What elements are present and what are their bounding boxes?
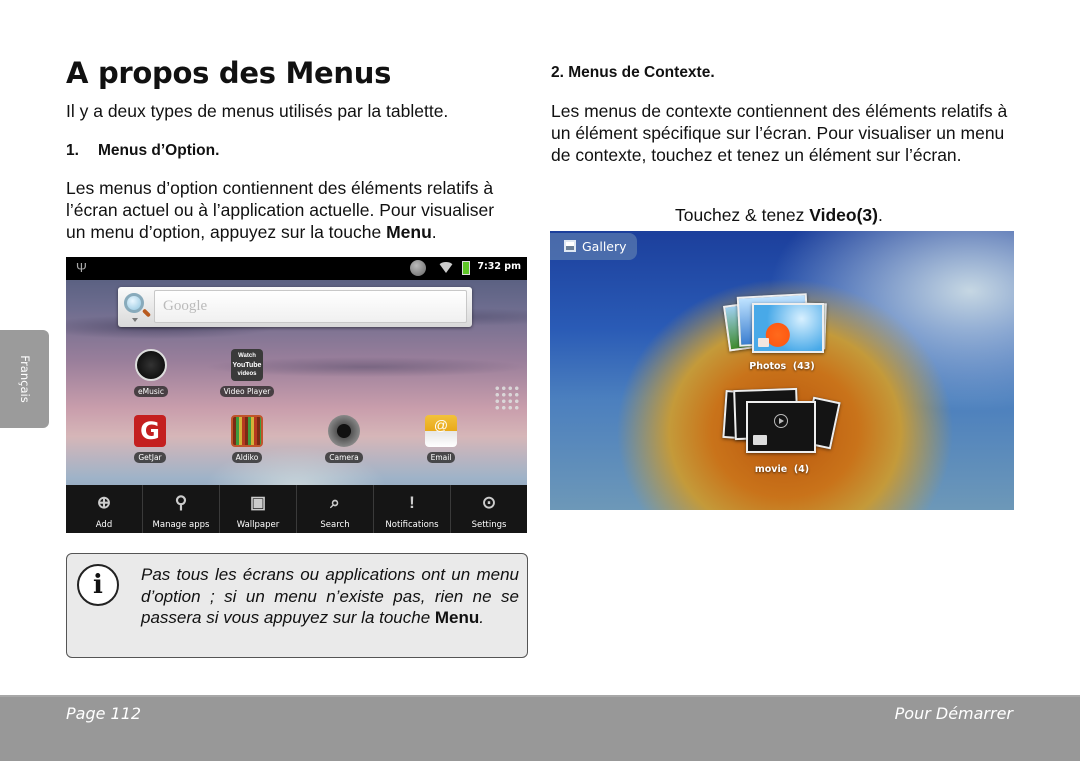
app-label: Aldiko: [231, 452, 263, 463]
instruction-end: .: [877, 205, 883, 225]
app-label: GetJar: [134, 452, 166, 463]
menu-key-name: Menu: [434, 608, 480, 627]
menu-item-label: Wallpaper: [236, 520, 280, 530]
video-card-cover: [746, 401, 816, 453]
gallery-title-tab[interactable]: Gallery: [550, 233, 637, 260]
options-menu: ⊕ Add ⚲ Manage apps ▣ Wallpaper ⌕ Search…: [66, 485, 527, 533]
aldiko-icon: [231, 415, 263, 447]
language-tab-label: Français: [17, 355, 32, 403]
app-video-player[interactable]: Watch YouTube videos Video Player: [212, 349, 282, 399]
status-time: 7:32 pm: [477, 261, 521, 272]
menu-item-add[interactable]: ⊕ Add: [66, 485, 143, 533]
album-movie[interactable]: movie (4): [722, 387, 842, 489]
battery-icon: [462, 261, 470, 275]
info-note: i Pas tous les écrans ou applications on…: [66, 553, 528, 658]
getjar-icon: G: [134, 415, 166, 447]
search-icon: [410, 260, 426, 276]
gallery-screenshot: Gallery Photos (43) movie (4): [550, 231, 1014, 510]
app-email[interactable]: @ Email: [406, 415, 476, 465]
email-icon: @: [425, 415, 457, 447]
menu-item-label: Search: [320, 520, 350, 530]
menu-item-settings[interactable]: ⊙ Settings: [451, 485, 527, 533]
usb-icon: Ψ: [76, 260, 87, 275]
youtube-icon-line: YouTube: [232, 362, 262, 369]
magnifier-icon[interactable]: [124, 293, 144, 313]
notifications-icon: !: [409, 493, 415, 512]
menu-item-label: Notifications: [385, 520, 439, 530]
section2-heading: 2. Menus de Contexte.: [551, 64, 715, 81]
section2-body: Les menus de contexte contiennent des él…: [551, 101, 1008, 165]
album-count: (4): [793, 464, 810, 475]
album-caption: Photos (43): [722, 361, 842, 372]
emusic-icon: [135, 349, 167, 381]
menu-item-label: Add: [95, 520, 113, 530]
google-search-input[interactable]: Google: [154, 290, 467, 323]
section-name: Pour Démarrer: [894, 704, 1013, 723]
section1-title: Menus d’Option.: [98, 142, 220, 159]
wallpaper-icon: ▣: [249, 493, 267, 512]
gallery-icon: [564, 240, 576, 252]
menu-item-manage-apps[interactable]: ⚲ Manage apps: [143, 485, 220, 533]
album-name: movie: [754, 464, 788, 475]
page-number: Page 112: [66, 704, 142, 723]
home-screen-screenshot: Ψ 7:32 pm Google eMusic Watch YouTube vi…: [66, 257, 527, 533]
status-bar: Ψ 7:32 pm: [66, 257, 527, 280]
add-icon: ⊕: [96, 493, 112, 512]
album-name: Photos: [749, 361, 787, 372]
photo-card-cover: [752, 303, 824, 353]
app-getjar[interactable]: G GetJar: [115, 415, 185, 465]
google-search-widget[interactable]: Google: [118, 287, 472, 327]
album-count: (43): [792, 361, 815, 372]
intro-text: Il y a deux types de menus utilisés par …: [66, 101, 449, 121]
page-footer: Page 112 Pour Démarrer: [0, 695, 1080, 761]
section1-body-end: .: [431, 222, 437, 242]
menu-item-wallpaper[interactable]: ▣ Wallpaper: [220, 485, 297, 533]
instruction-text: Touchez & tenez: [675, 205, 810, 225]
menu-key-name: Menu: [386, 222, 432, 242]
app-label: Email: [426, 452, 456, 463]
app-camera[interactable]: Camera: [309, 415, 379, 465]
app-label: Camera: [325, 452, 363, 463]
language-tab[interactable]: Français: [0, 330, 49, 428]
menu-item-label: Manage apps: [152, 520, 210, 530]
app-emusic[interactable]: eMusic: [116, 349, 186, 399]
wifi-icon: [438, 262, 454, 273]
manage-apps-icon: ⚲: [174, 493, 188, 512]
note-text: Pas tous les écrans ou applications ont …: [141, 564, 519, 629]
album-photos[interactable]: Photos (43): [722, 291, 842, 391]
play-icon: [774, 414, 788, 429]
info-icon: i: [77, 564, 119, 606]
folder-icon: [758, 338, 769, 347]
app-label: Video Player: [219, 386, 275, 397]
app-aldiko[interactable]: Aldiko: [212, 415, 282, 465]
menu-item-search[interactable]: ⌕ Search: [297, 485, 374, 533]
youtube-icon-line: Watch: [238, 353, 256, 359]
menu-item-label: Settings: [471, 520, 507, 530]
section2-instruction: Touchez & tenez Video(3).: [675, 204, 883, 226]
page-title: A propos des Menus: [66, 56, 392, 90]
folder-icon: [753, 435, 767, 445]
youtube-icon: Watch YouTube videos: [231, 349, 263, 381]
album-caption: movie (4): [722, 464, 842, 475]
menu-item-notifications[interactable]: ! Notifications: [374, 485, 451, 533]
section1-number: 1.: [66, 142, 79, 159]
app-label: eMusic: [134, 386, 168, 397]
section1-body: Les menus d’option contiennent des éléme…: [66, 177, 516, 243]
video-item-name: Video(3): [809, 205, 878, 225]
note-text-end: .: [479, 608, 485, 627]
camera-icon: [328, 415, 360, 447]
app-drawer-icon[interactable]: [494, 385, 520, 411]
settings-icon: ⊙: [481, 493, 497, 512]
gallery-title: Gallery: [582, 239, 627, 254]
search-icon: ⌕: [330, 493, 340, 512]
section1-heading: 1. Menus d’Option.: [66, 142, 219, 160]
youtube-icon-line: videos: [237, 371, 257, 377]
chevron-down-icon[interactable]: [132, 318, 138, 322]
